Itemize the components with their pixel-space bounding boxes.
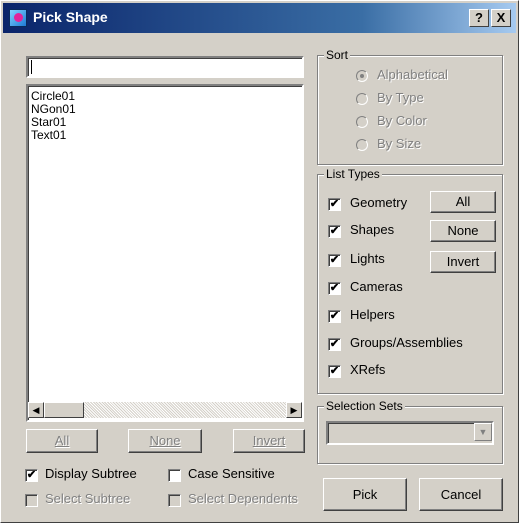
close-button[interactable]: X [491,9,511,27]
lights-label: Lights [350,251,385,266]
sort-by-size-radio[interactable] [356,139,368,151]
xrefs-checkbox[interactable]: ✔ [328,365,341,378]
selection-sets-group: Selection Sets ▼ [317,399,503,464]
text-caret [31,60,32,74]
select-all-button[interactable]: All [26,429,98,453]
select-invert-label: Invert [252,433,286,448]
select-subtree-checkbox[interactable] [25,494,38,507]
sort-by-color-label: By Color [377,113,427,128]
scroll-right-icon[interactable]: ▶ [286,402,302,418]
selection-sets-legend: Selection Sets [324,399,405,413]
select-dependents-checkbox[interactable] [168,494,181,507]
list-types-none-button[interactable]: None [430,220,496,242]
helpers-checkbox[interactable]: ✔ [328,310,341,323]
sort-alphabetical-radio[interactable] [356,70,368,82]
dialog-title: Pick Shape [33,9,108,25]
case-sensitive-checkbox[interactable] [168,469,181,482]
groups-assemblies-label: Groups/Assemblies [350,335,463,350]
select-none-button[interactable]: None [128,429,202,453]
sort-group: Sort Alphabetical By Type By Color By Si… [317,48,503,165]
sort-legend: Sort [324,48,351,62]
object-list[interactable]: Circle01 NGon01 Star01 Text01 ◀ ▶ [26,84,304,422]
helpers-label: Helpers [350,307,395,322]
sort-by-size-label: By Size [377,136,422,151]
display-subtree-label: Display Subtree [45,466,137,481]
sort-by-type-radio[interactable] [356,93,368,105]
lights-checkbox[interactable]: ✔ [328,254,341,267]
cameras-label: Cameras [350,279,403,294]
select-none-label: None [149,433,181,448]
cancel-button[interactable]: Cancel [419,478,503,511]
scroll-left-icon[interactable]: ◀ [28,402,44,418]
select-invert-button[interactable]: Invert [233,429,305,453]
cameras-checkbox[interactable]: ✔ [328,282,341,295]
list-item[interactable]: Text01 [31,129,66,142]
xrefs-label: XRefs [350,362,386,377]
help-button[interactable]: ? [469,9,489,27]
horizontal-scrollbar[interactable]: ◀ ▶ [28,402,302,418]
title-bar: Pick Shape ? X [3,3,516,33]
shapes-checkbox[interactable]: ✔ [328,225,341,238]
display-subtree-checkbox[interactable]: ✔ [25,469,38,482]
geometry-label: Geometry [350,195,408,210]
app-icon [9,9,27,27]
shapes-label: Shapes [350,222,395,237]
list-types-group: List Types ✔ Geometry ✔ Shapes ✔ Lights … [317,167,503,394]
select-dependents-label: Select Dependents [188,491,298,506]
select-subtree-label: Select Subtree [45,491,131,506]
selection-sets-dropdown[interactable]: ▼ [326,421,494,445]
list-types-invert-button[interactable]: Invert [430,251,496,273]
filter-input[interactable] [26,56,304,78]
dropdown-arrow-icon[interactable]: ▼ [474,423,492,441]
select-all-label: All [54,433,70,448]
pick-shape-dialog: Pick Shape ? X Circle01 NGon01 Star01 Te… [0,0,519,523]
list-types-all-button[interactable]: All [430,191,496,213]
sort-alphabetical-label: Alphabetical [377,67,448,82]
case-sensitive-label: Case Sensitive [188,466,275,481]
sort-by-color-radio[interactable] [356,116,368,128]
list-types-legend: List Types [324,167,382,181]
sort-by-type-label: By Type [377,90,424,105]
geometry-checkbox[interactable]: ✔ [328,198,341,211]
groups-assemblies-checkbox[interactable]: ✔ [328,338,341,351]
pick-button[interactable]: Pick [323,478,407,511]
scroll-thumb[interactable] [44,402,84,418]
